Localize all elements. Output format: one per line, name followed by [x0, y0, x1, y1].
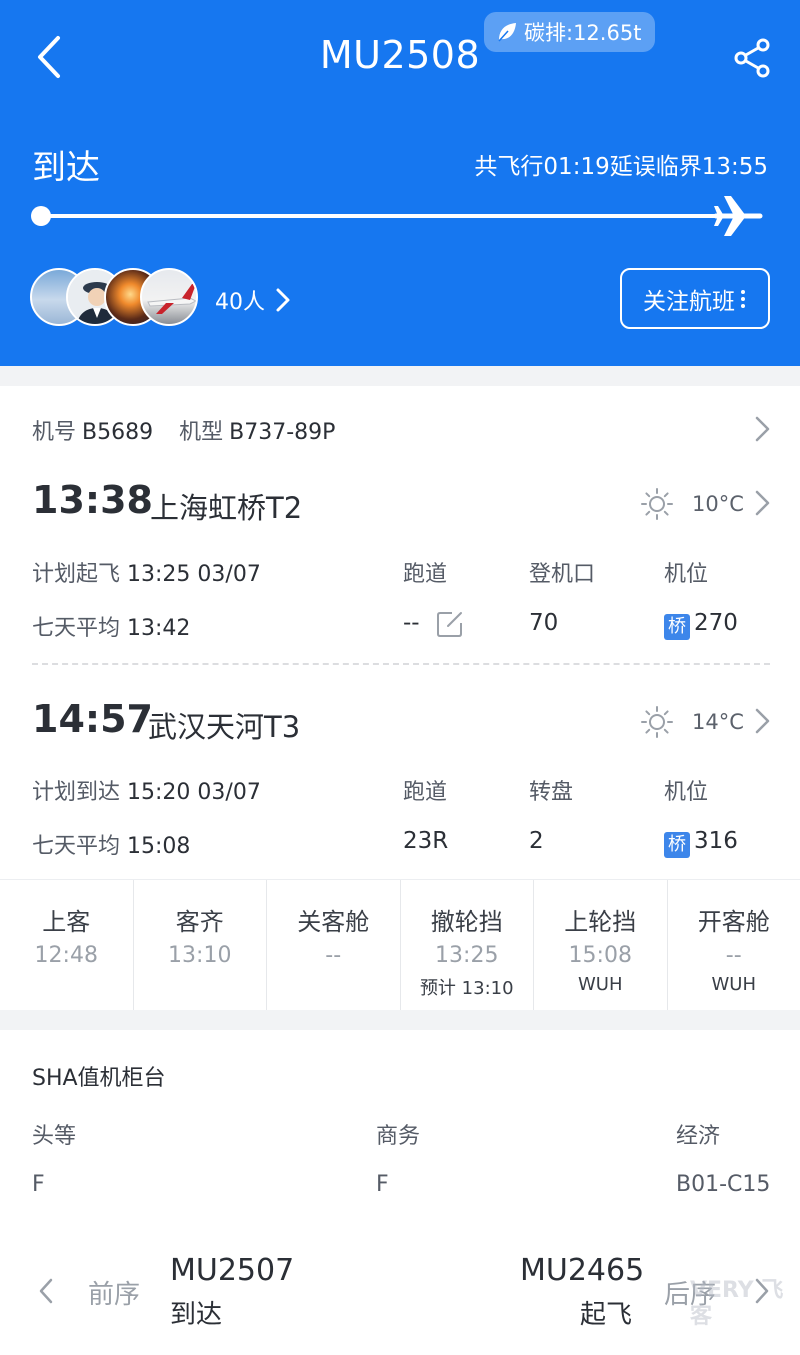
arrival-stand: 桥 316: [664, 828, 738, 858]
checkin-title: SHA值机柜台: [32, 1066, 166, 1091]
departure-airport[interactable]: 上海虹桥T2: [150, 485, 302, 527]
flight-status-title: 到达: [32, 148, 100, 188]
airplane-icon: [713, 196, 763, 236]
share-icon[interactable]: [732, 37, 772, 79]
chevron-left-icon[interactable]: [36, 1276, 56, 1306]
plan-arrival-label: 计划到达 15:20 03/07: [32, 780, 261, 805]
progress-start-dot: [31, 206, 51, 226]
ground-operations: 上客 12:48 客齐 13:10 关客舱 -- 撤轮挡 13:25 预计 13…: [0, 879, 800, 1010]
follow-flight-label: 关注航班: [643, 288, 735, 315]
arrival-stand-value: 316: [694, 828, 738, 854]
sun-icon: [641, 488, 673, 520]
stand-label: 机位: [664, 780, 709, 805]
prev-flight-number[interactable]: MU2507: [170, 1253, 294, 1288]
op-chocks-off[interactable]: 撤轮挡 13:25 预计 13:10: [401, 880, 534, 1010]
aircraft-info[interactable]: 机号 B5689 机型 B737-89P: [32, 414, 361, 446]
next-flight-number[interactable]: MU2465: [520, 1253, 644, 1288]
departure-stand: 桥 270: [664, 610, 738, 640]
gate-label: 登机口: [529, 562, 596, 587]
plane-photo-icon: [147, 284, 196, 314]
departure-runway-value: --: [403, 610, 420, 636]
avatar: [140, 268, 198, 326]
stand-label: 机位: [664, 562, 709, 587]
runway-label: 跑道: [403, 780, 448, 805]
runway-label: 跑道: [403, 562, 448, 587]
more-dots-icon: [741, 287, 747, 311]
business-class-label: 商务: [376, 1124, 421, 1149]
chevron-right-icon: [276, 288, 290, 312]
departure-stand-value: 270: [694, 610, 738, 636]
op-boarding[interactable]: 上客 12:48: [0, 880, 134, 1010]
arrival-weather[interactable]: 14°C: [640, 705, 744, 739]
departure-weather[interactable]: 10°C: [640, 487, 744, 521]
bridge-badge: 桥: [664, 832, 690, 858]
arrival-temp: 14°C: [692, 710, 744, 734]
departure-temp: 10°C: [692, 492, 744, 516]
arrival-carousel-value: 2: [529, 828, 544, 854]
sun-icon: [641, 706, 673, 738]
chevron-right-icon[interactable]: [752, 488, 774, 518]
type-value: B737-89P: [229, 420, 336, 445]
prev-flight-label: 前序: [88, 1280, 141, 1310]
edit-icon[interactable]: [436, 610, 464, 638]
business-class-counter: F: [376, 1172, 389, 1197]
passenger-avatars[interactable]: [30, 268, 200, 328]
section-divider: [32, 663, 770, 665]
op-boarding-complete[interactable]: 客齐 13:10: [134, 880, 267, 1010]
carousel-label: 转盘: [529, 780, 574, 805]
op-cabin-open[interactable]: 开客舱 -- WUH: [668, 880, 800, 1010]
seven-day-avg-departure: 七天平均 13:42: [32, 616, 191, 641]
people-count[interactable]: 40人: [215, 284, 291, 316]
watermark-logo: VERY 飞客: [690, 1278, 784, 1329]
op-chocks-on[interactable]: 上轮挡 15:08 WUH: [534, 880, 668, 1010]
chevron-right-icon[interactable]: [752, 706, 774, 736]
flight-progress-bar: [40, 214, 730, 218]
economy-class-label: 经济: [676, 1124, 721, 1149]
people-count-text: 40人: [215, 290, 265, 315]
leaf-icon: [498, 23, 516, 42]
first-class-label: 头等: [32, 1124, 77, 1149]
flight-number-title: MU2508: [319, 33, 481, 77]
flight-header: MU2508 碳排:12.65t 到达 共飞行01:19延误临界13:55 40…: [0, 0, 800, 366]
departure-gate-value: 70: [529, 610, 559, 636]
first-class-counter: F: [32, 1172, 45, 1197]
type-label: 机型: [179, 420, 224, 445]
carbon-emission-text: 碳排:12.65t: [524, 21, 642, 45]
departure-actual-time: 13:38: [32, 478, 153, 522]
next-flight-status: 起飞: [580, 1300, 633, 1330]
prev-flight-status: 到达: [170, 1300, 223, 1330]
carbon-emission-badge[interactable]: 碳排:12.65t: [484, 12, 656, 52]
plan-departure-label: 计划起飞 13:25 03/07: [32, 562, 261, 587]
arrival-runway-value: 23R: [403, 828, 449, 854]
op-cabin-closed[interactable]: 关客舱 --: [267, 880, 401, 1010]
reg-value: B5689: [82, 420, 154, 445]
flight-duration-text: 共飞行01:19延误临界13:55: [474, 154, 768, 180]
chevron-right-icon[interactable]: [752, 414, 774, 444]
seven-day-avg-arrival: 七天平均 15:08: [32, 834, 191, 859]
reg-label: 机号: [32, 420, 77, 445]
bridge-badge: 桥: [664, 614, 690, 640]
follow-flight-button[interactable]: 关注航班: [620, 268, 770, 329]
economy-class-counter: B01-C15: [676, 1172, 771, 1197]
arrival-airport[interactable]: 武汉天河T3: [148, 704, 300, 746]
arrival-actual-time: 14:57: [32, 697, 153, 741]
